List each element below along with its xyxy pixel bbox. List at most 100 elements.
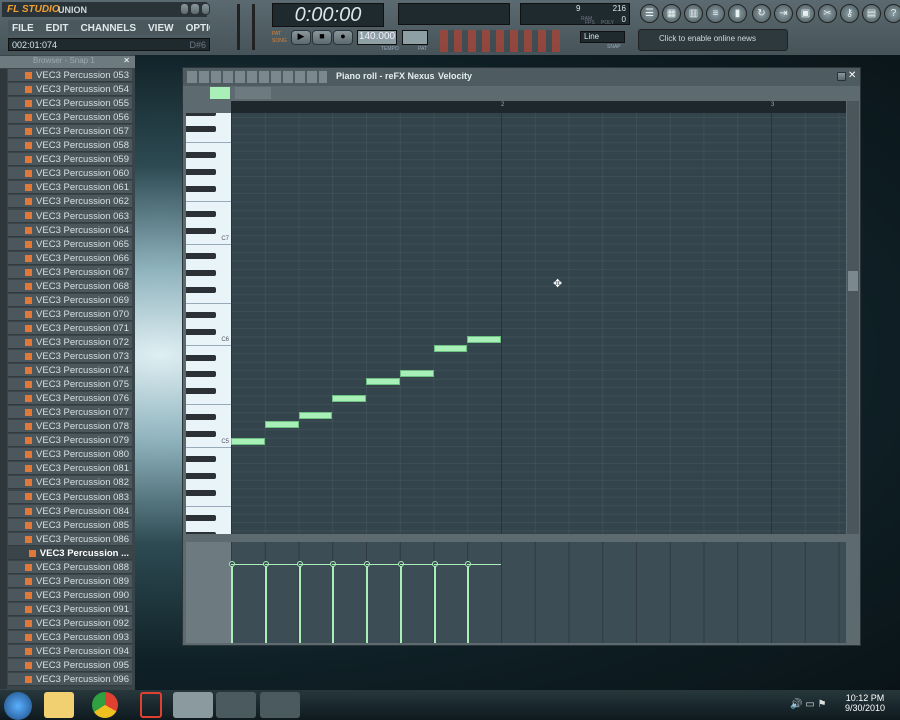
black-key[interactable]: [186, 168, 216, 175]
velocity-bar[interactable]: [231, 564, 233, 643]
cut-icon[interactable]: ✂: [818, 4, 837, 23]
save-icon[interactable]: ▣: [796, 4, 815, 23]
note-G#5[interactable]: [399, 369, 434, 377]
browser-item[interactable]: VEC3 Percussion 094: [8, 645, 132, 659]
browser-item[interactable]: VEC3 Percussion 062: [8, 195, 132, 209]
browser-item[interactable]: VEC3 Percussion ...: [8, 546, 132, 560]
black-key[interactable]: [186, 354, 216, 361]
black-key[interactable]: [186, 413, 216, 420]
online-news-bar[interactable]: Click to enable online news: [638, 29, 788, 51]
browser-item[interactable]: VEC3 Percussion 060: [8, 167, 132, 181]
black-key[interactable]: [186, 253, 216, 260]
explorer-taskbar-icon[interactable]: [44, 692, 74, 718]
clock-time[interactable]: 10:12 PM: [840, 693, 890, 703]
browser-item[interactable]: VEC3 Percussion 080: [8, 448, 132, 462]
browser-item[interactable]: VEC3 Percussion 067: [8, 265, 132, 279]
app-taskbar-icon[interactable]: [140, 692, 162, 718]
black-key[interactable]: [186, 388, 216, 395]
restore-button[interactable]: [190, 3, 200, 15]
browser-item[interactable]: VEC3 Percussion 066: [8, 251, 132, 265]
horizontal-scroll-handle[interactable]: [235, 87, 271, 99]
browser-item[interactable]: VEC3 Percussion 059: [8, 153, 132, 167]
step-sequencer-button[interactable]: ▦: [662, 4, 681, 23]
piano-roll-title[interactable]: Piano roll - reFX Nexus: [336, 71, 435, 81]
note-D#5[interactable]: [298, 412, 333, 420]
browser-item[interactable]: VEC3 Percussion 095: [8, 659, 132, 673]
black-key[interactable]: [186, 329, 216, 336]
black-key[interactable]: [186, 532, 216, 534]
browser-item[interactable]: VEC3 Percussion 085: [8, 518, 132, 532]
stop-button[interactable]: ■: [312, 30, 332, 45]
menu-file[interactable]: FILE: [12, 23, 34, 34]
black-key[interactable]: [186, 286, 216, 293]
browser-item[interactable]: VEC3 Percussion 078: [8, 420, 132, 434]
clock-date[interactable]: 9/30/2010: [840, 703, 890, 713]
menu-channels[interactable]: CHANNELS: [80, 23, 136, 34]
close-button[interactable]: [200, 3, 210, 15]
browser-item[interactable]: VEC3 Percussion 084: [8, 504, 132, 518]
tempo-display[interactable]: 140.000: [357, 30, 397, 45]
velocity-bar[interactable]: [467, 564, 470, 643]
browser-item[interactable]: VEC3 Percussion 082: [8, 476, 132, 490]
piano-roll-tools[interactable]: [187, 71, 327, 83]
menu-edit[interactable]: EDIT: [46, 23, 69, 34]
browser-item[interactable]: VEC3 Percussion 058: [8, 139, 132, 153]
song-mode[interactable]: SONG: [272, 38, 287, 45]
note-D5[interactable]: [264, 420, 299, 428]
browser-item[interactable]: VEC3 Percussion 056: [8, 111, 132, 125]
browser-item[interactable]: VEC3 Percussion 083: [8, 490, 132, 504]
browser-scrollbar[interactable]: [0, 69, 7, 689]
black-key[interactable]: [186, 185, 216, 192]
browser-item[interactable]: VEC3 Percussion 073: [8, 350, 132, 363]
piano-keyboard[interactable]: C7C6C5C4: [186, 113, 231, 534]
playlist-button[interactable]: ☰: [640, 4, 659, 23]
master-pitch-slider[interactable]: [252, 4, 255, 50]
black-key[interactable]: [186, 227, 216, 234]
browser-item[interactable]: VEC3 Percussion 065: [8, 237, 132, 251]
browser-item[interactable]: VEC3 Percussion 053: [8, 69, 132, 82]
browser-item[interactable]: VEC3 Percussion 069: [8, 293, 132, 307]
browser-item[interactable]: VEC3 Percussion 074: [8, 364, 132, 378]
window-close-icon[interactable]: ✕: [848, 70, 856, 81]
velocity-bar[interactable]: [332, 564, 335, 643]
browser-item[interactable]: VEC3 Percussion 089: [8, 574, 132, 588]
black-key[interactable]: [186, 489, 216, 496]
browser-item[interactable]: VEC3 Percussion 061: [8, 181, 132, 195]
record-button[interactable]: ●: [333, 30, 353, 45]
note-grid[interactable]: [231, 113, 846, 534]
browser-item[interactable]: VEC3 Percussion 075: [8, 378, 132, 392]
black-key[interactable]: [186, 371, 216, 378]
event-target-select[interactable]: Velocity: [438, 71, 472, 81]
black-key[interactable]: [186, 312, 216, 319]
browser-item[interactable]: VEC3 Percussion 086: [8, 532, 132, 546]
browser-item[interactable]: VEC3 Percussion 068: [8, 279, 132, 293]
browser-item[interactable]: VEC3 Percussion 093: [8, 631, 132, 644]
browser-item[interactable]: VEC3 Percussion 063: [8, 209, 132, 223]
black-key[interactable]: [186, 515, 216, 522]
master-volume-slider[interactable]: [237, 4, 240, 50]
browser-item[interactable]: VEC3 Percussion 088: [8, 560, 132, 574]
velocity-bar[interactable]: [264, 564, 267, 643]
sticky-notes-taskbar-icon[interactable]: [216, 692, 256, 718]
play-button[interactable]: ▶: [291, 30, 311, 45]
black-key[interactable]: [186, 472, 216, 479]
timeline-ruler[interactable]: 2 3: [231, 101, 846, 113]
black-key[interactable]: [186, 113, 216, 116]
velocity-editor[interactable]: [229, 542, 846, 643]
note-B5[interactable]: [433, 344, 468, 352]
note-G5[interactable]: [366, 378, 400, 386]
note-C6[interactable]: [467, 336, 501, 344]
black-key[interactable]: [186, 270, 216, 277]
help-icon[interactable]: ?: [884, 4, 900, 23]
browser-item[interactable]: VEC3 Percussion 055: [8, 97, 132, 111]
velocity-bar[interactable]: [399, 564, 402, 643]
browser-item[interactable]: VEC3 Percussion 090: [8, 588, 132, 602]
render-icon[interactable]: ⇥: [774, 4, 793, 23]
note-color-swatch[interactable]: [210, 87, 230, 99]
key-icon[interactable]: ⚷: [840, 4, 859, 23]
menu-options[interactable]: OPTIONS: [186, 23, 210, 34]
black-key[interactable]: [186, 455, 216, 462]
black-key[interactable]: [186, 151, 216, 158]
browser-item[interactable]: VEC3 Percussion 079: [8, 434, 132, 448]
browser-item[interactable]: VEC3 Percussion 057: [8, 125, 132, 139]
